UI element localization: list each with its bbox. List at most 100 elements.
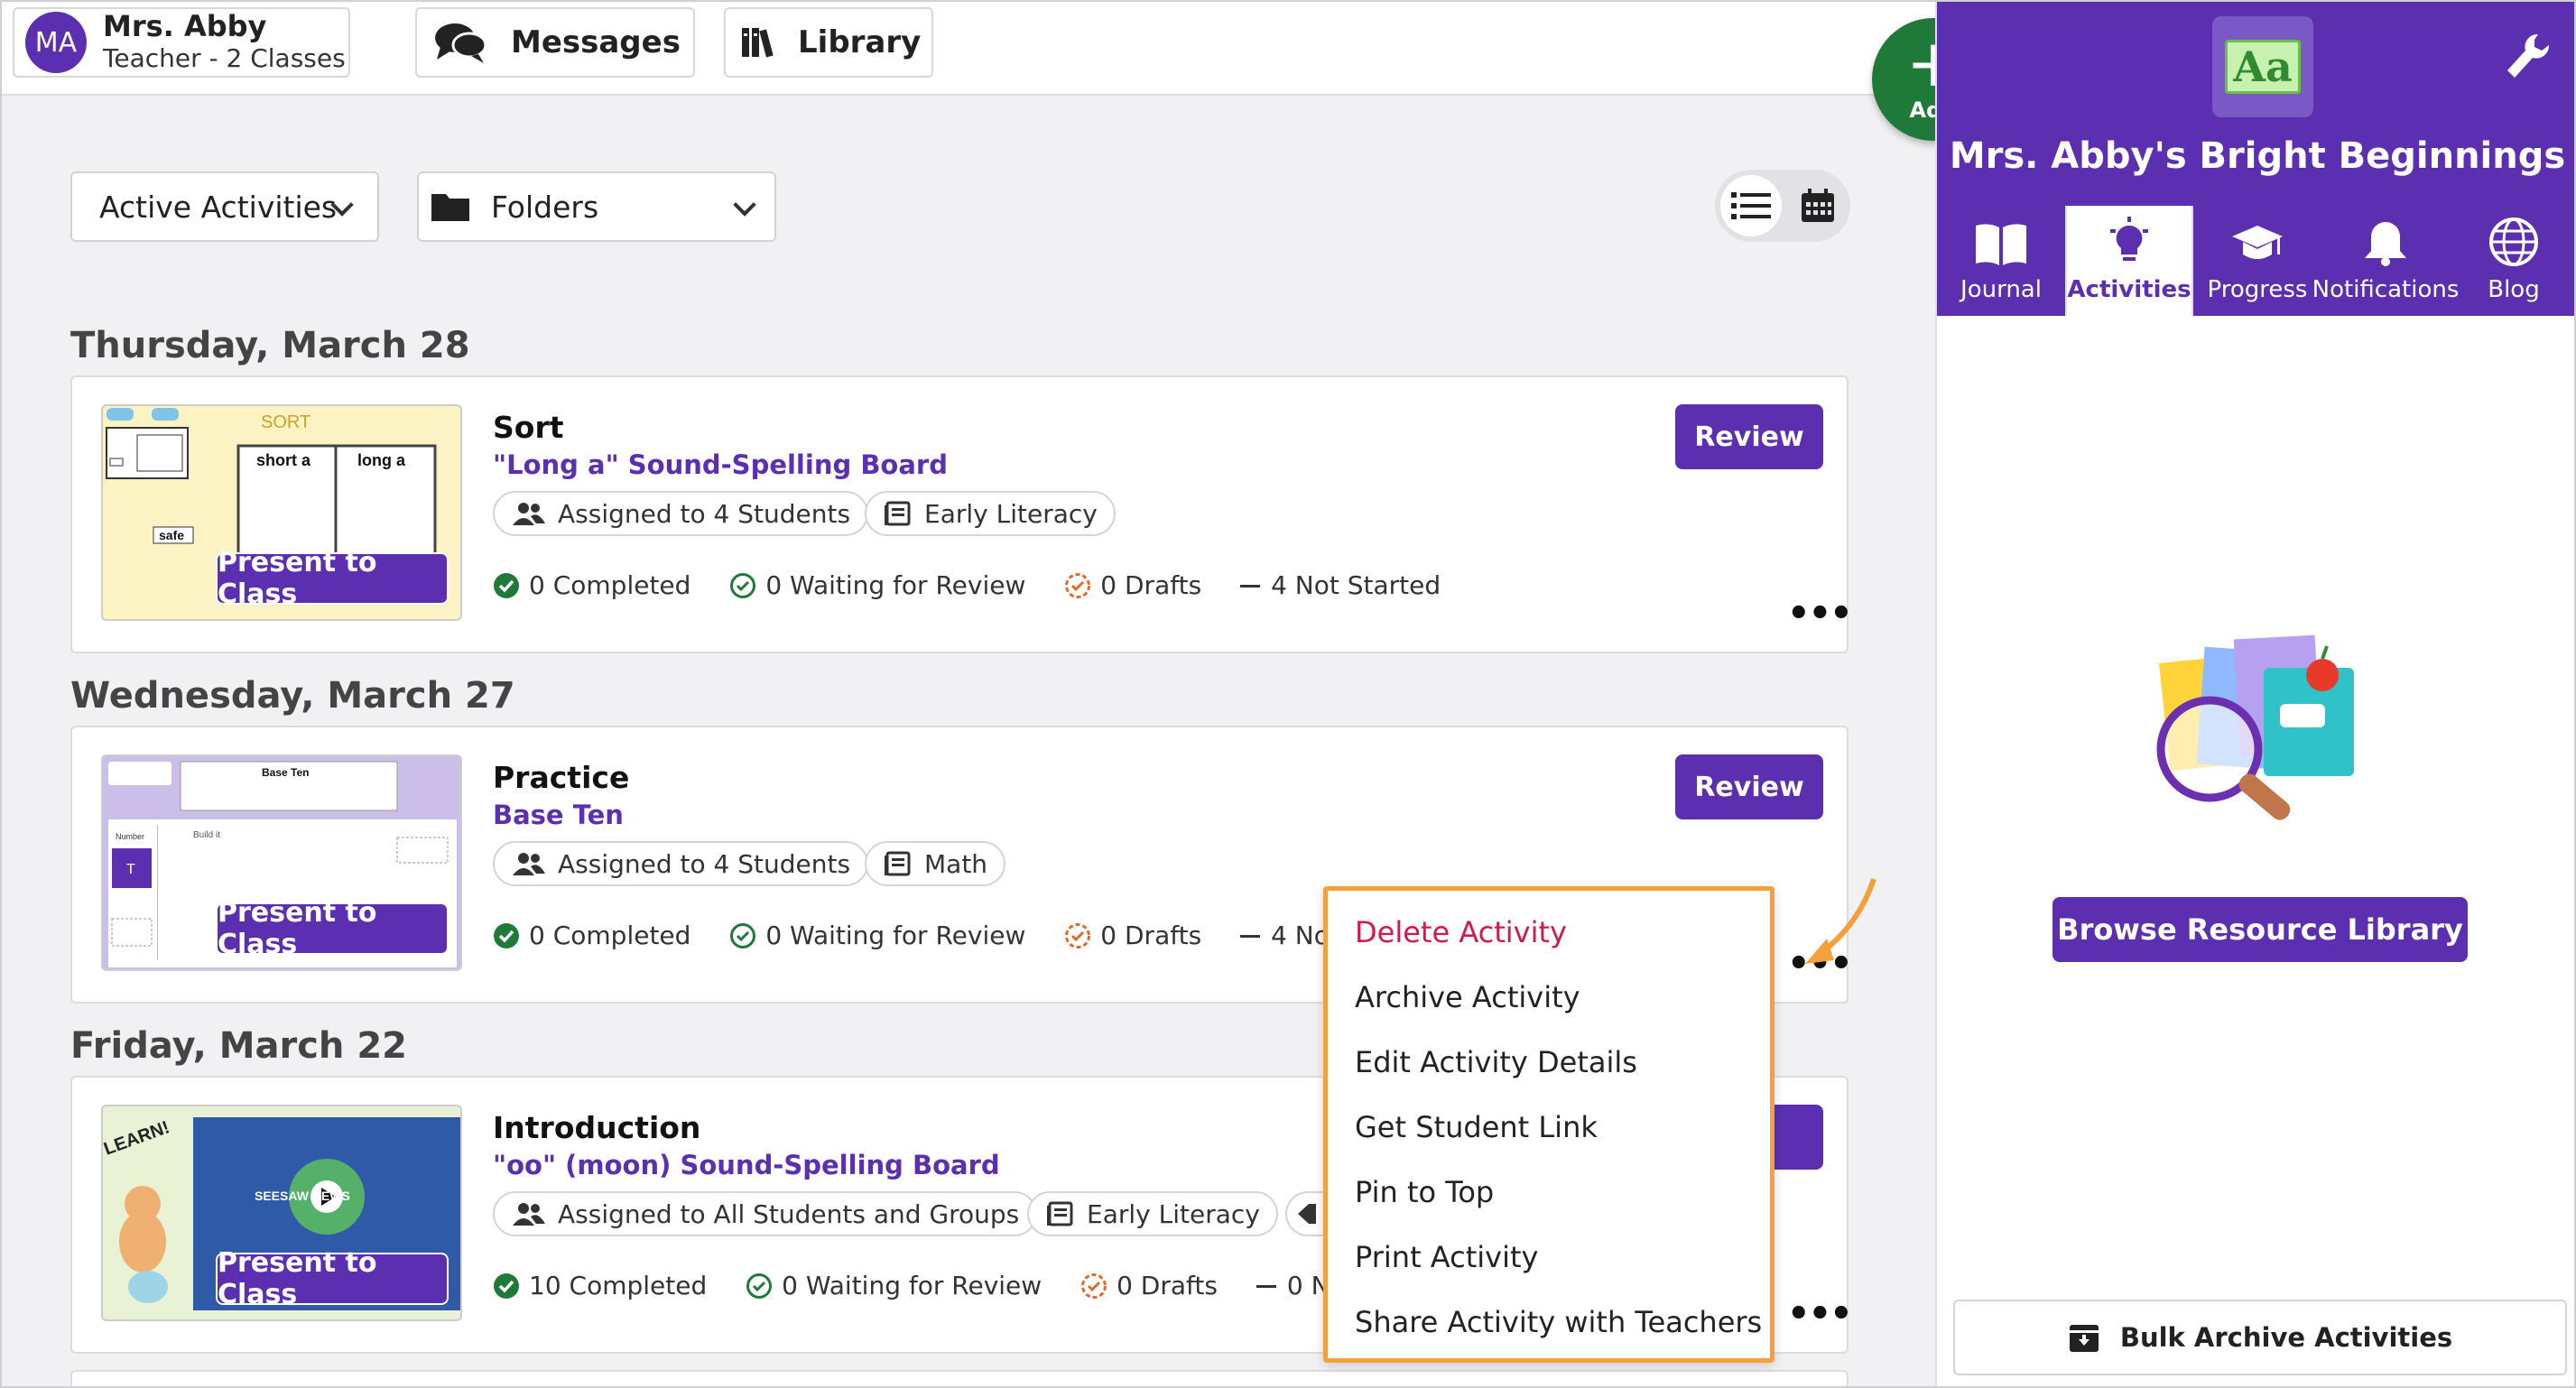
class-logo-text: Aa (2225, 40, 2301, 94)
library-button[interactable]: Library (724, 7, 933, 78)
date-heading: Friday, March 22 (70, 1025, 407, 1067)
user-menu-button[interactable]: MA Mrs. Abby Teacher - 2 Classes (13, 7, 350, 78)
check-circle-icon (494, 572, 519, 598)
subject-chip[interactable]: Early Literacy (1027, 1191, 1278, 1236)
tab-activities[interactable]: Activities (2065, 206, 2193, 316)
number-label: Number (116, 832, 144, 841)
present-to-class-button[interactable]: Present to Class (216, 897, 449, 960)
drafts-stat: 0 Drafts (1080, 1271, 1218, 1300)
graduation-cap-icon (2232, 226, 2283, 259)
assigned-chip[interactable]: Assigned to 4 Students (493, 491, 869, 536)
class-header: Aa Mrs. Abby's Bright Beginnings (1937, 0, 2576, 206)
review-button[interactable]: Review (1675, 754, 1823, 819)
sort-word-card: safe (159, 528, 184, 542)
date-heading: Wednesday, March 27 (70, 675, 515, 717)
menu-item-print-activity[interactable]: Print Activity (1328, 1225, 1770, 1290)
tab-progress[interactable]: Progress (2193, 206, 2321, 316)
not-started-stat: 4 Not Started (1240, 570, 1441, 600)
sort-column-2: long a (357, 451, 406, 469)
news-title: SEESAW NEWS (255, 1189, 350, 1203)
user-subtitle: Teacher - 2 Classes (103, 43, 346, 73)
more-options-icon[interactable]: ••• (1787, 596, 1853, 632)
activity-thumbnail[interactable]: Base Ten Build it Number T Present to Cl… (101, 754, 462, 971)
learn-label: LEARN! (103, 1117, 172, 1160)
resource-library-illustration (2156, 634, 2354, 820)
check-circle-outline-icon (730, 922, 756, 948)
review-button[interactable]: Review (1675, 404, 1823, 469)
menu-item-archive-activity[interactable]: Archive Activity (1328, 965, 1770, 1030)
bulk-archive-button[interactable]: Bulk Archive Activities (1953, 1300, 2567, 1375)
subject-label: Early Literacy (924, 498, 1098, 529)
assigned-chip[interactable]: Assigned to All Students and Groups (493, 1191, 1038, 1236)
subject-chip[interactable]: Math (865, 841, 1006, 886)
activity-subtitle[interactable]: "Long a" Sound-Spelling Board (493, 449, 948, 480)
folders-select[interactable]: Folders (417, 171, 776, 242)
activity-status-select[interactable]: Active Activities (70, 171, 379, 242)
present-to-class-button[interactable]: Present to Class (216, 1247, 449, 1310)
waiting-stat: 0 Waiting for Review (746, 1271, 1042, 1300)
activity-subtitle[interactable]: Base Ten (493, 800, 624, 830)
completed-stat: 0 Completed (493, 570, 690, 600)
class-name: Mrs. Abby's Bright Beginnings (1949, 135, 2566, 177)
bell-icon (2365, 222, 2406, 266)
subject-label: Early Literacy (1087, 1198, 1260, 1229)
top-bar: MA Mrs. Abby Teacher - 2 Classes Message… (0, 0, 1935, 96)
date-heading: Thursday, March 28 (70, 325, 470, 366)
messages-icon (435, 23, 487, 63)
assigned-label: Assigned to 4 Students (558, 498, 851, 529)
activity-thumbnail[interactable]: SORT short a long a safe Present to Clas… (101, 404, 462, 621)
library-label: Library (798, 24, 922, 60)
browse-resource-library-button[interactable]: Browse Resource Library (2052, 897, 2468, 962)
menu-item-share-activity-with-teachers[interactable]: Share Activity with Teachers (1328, 1290, 1770, 1355)
class-logo: Aa (2212, 16, 2313, 117)
menu-item-delete-activity[interactable]: Delete Activity (1328, 900, 1770, 965)
check-circle-outline-icon (746, 1272, 773, 1299)
activity-title[interactable]: Practice (493, 760, 629, 795)
wrench-icon[interactable] (2506, 32, 2551, 81)
activity-context-menu: Delete Activity Archive Activity Edit Ac… (1323, 886, 1774, 1363)
tab-journal[interactable]: Journal (1937, 206, 2065, 316)
annotation-arrow-icon (1805, 878, 1876, 964)
sort-column-1: short a (256, 451, 311, 469)
activity-title[interactable]: Sort (493, 410, 564, 445)
book-icon (885, 851, 911, 876)
sort-heading: SORT (261, 412, 310, 432)
list-icon (1731, 192, 1771, 219)
activity-thumbnail[interactable]: SEESAW NEWS LEARN! Present to Class (101, 1105, 462, 1321)
more-options-icon[interactable]: ••• (1787, 1296, 1853, 1332)
subject-label: Math (924, 848, 988, 879)
lightbulb-icon (2110, 217, 2148, 261)
user-name: Mrs. Abby (103, 9, 267, 43)
tab-notifications[interactable]: Notifications (2312, 206, 2459, 316)
globe-icon (2489, 217, 2538, 266)
folder-icon (431, 194, 469, 221)
menu-item-get-student-link[interactable]: Get Student Link (1328, 1095, 1770, 1160)
list-view-button[interactable] (1720, 175, 1782, 236)
activity-subtitle[interactable]: "oo" (moon) Sound-Spelling Board (493, 1150, 1000, 1180)
activity-stats: 10 Completed 0 Waiting for Review 0 Draf… (493, 1271, 1386, 1306)
tab-blog[interactable]: Blog (2450, 206, 2576, 316)
users-icon (513, 1203, 545, 1226)
open-book-icon (1976, 224, 2026, 265)
build-it-label: Build it (193, 830, 220, 840)
menu-item-pin-to-top[interactable]: Pin to Top (1328, 1160, 1770, 1225)
archive-box-icon (2069, 1325, 2099, 1352)
drafts-stat: 0 Drafts (1064, 921, 1201, 950)
book-icon (1047, 1201, 1073, 1226)
drafts-stat: 0 Drafts (1064, 570, 1201, 600)
activity-card[interactable]: SORT short a long a safe Present to Clas… (70, 375, 1853, 653)
menu-item-edit-activity-details[interactable]: Edit Activity Details (1328, 1030, 1770, 1095)
calendar-view-button[interactable] (1789, 177, 1847, 235)
users-icon (513, 853, 545, 875)
check-circle-icon (494, 1272, 519, 1299)
library-icon (742, 28, 774, 58)
avatar: MA (25, 12, 87, 73)
messages-button[interactable]: Messages (415, 7, 695, 78)
activity-card[interactable] (70, 1370, 1849, 1388)
assigned-chip[interactable]: Assigned to 4 Students (493, 841, 869, 886)
assigned-label: Assigned to All Students and Groups (558, 1198, 1020, 1229)
present-to-class-button[interactable]: Present to Class (216, 547, 449, 610)
tag-icon (1298, 1204, 1316, 1224)
activity-title[interactable]: Introduction (493, 1110, 700, 1145)
subject-chip[interactable]: Early Literacy (865, 491, 1116, 536)
